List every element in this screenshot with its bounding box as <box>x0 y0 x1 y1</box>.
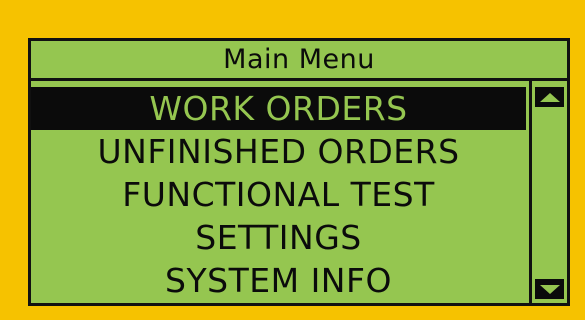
main-menu-list: WORK ORDERS UNFINISHED ORDERS FUNCTIONAL… <box>31 87 526 303</box>
scroll-up-arrow-icon[interactable] <box>535 87 564 107</box>
scroll-down-arrow-icon[interactable] <box>535 279 564 299</box>
menu-item-unfinished-orders[interactable]: UNFINISHED ORDERS <box>31 130 526 173</box>
menu-scrollbar[interactable] <box>529 81 567 303</box>
device-bezel: Main Menu WORK ORDERS UNFINISHED ORDERS … <box>0 0 585 320</box>
menu-item-system-info[interactable]: SYSTEM INFO <box>31 259 526 302</box>
menu-item-functional-test[interactable]: FUNCTIONAL TEST <box>31 173 526 216</box>
menu-item-settings[interactable]: SETTINGS <box>31 216 526 259</box>
lcd-screen: Main Menu WORK ORDERS UNFINISHED ORDERS … <box>28 38 570 306</box>
menu-title: Main Menu <box>31 41 567 81</box>
menu-item-work-orders[interactable]: WORK ORDERS <box>31 87 526 130</box>
